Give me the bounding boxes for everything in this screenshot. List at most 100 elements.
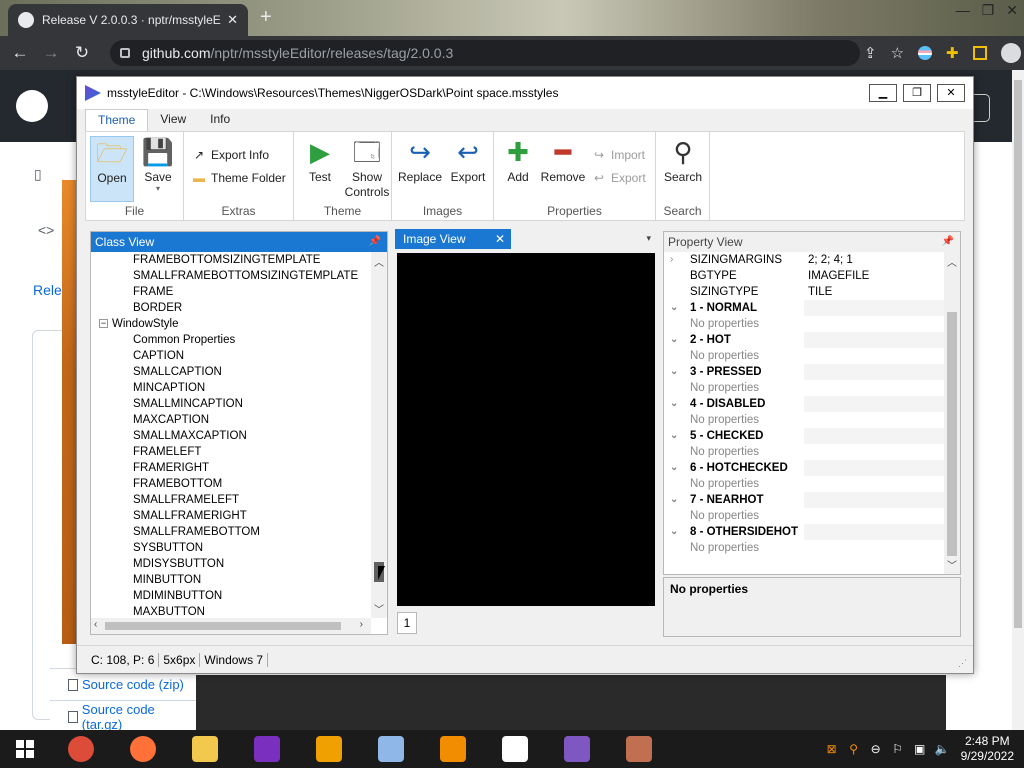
- image-view-close-icon[interactable]: ✕: [495, 229, 505, 249]
- property-view-vscroll-thumb[interactable]: [947, 312, 957, 556]
- category-chevron-icon[interactable]: ⌄: [670, 524, 678, 540]
- asset-source-tar[interactable]: Source code (tar.gz): [50, 700, 196, 732]
- tree-node[interactable]: SMALLMINCAPTION: [133, 396, 243, 412]
- resize-grip-icon[interactable]: ⋰: [958, 658, 967, 669]
- tree-node[interactable]: − WindowStyle: [99, 316, 178, 332]
- property-row[interactable]: BGTYPE IMAGEFILE: [664, 268, 944, 284]
- property-category[interactable]: ⌄ 4 - DISABLED: [664, 396, 944, 412]
- tray-flag-icon[interactable]: ⚐: [891, 742, 905, 756]
- network-icon[interactable]: ▣: [913, 742, 927, 756]
- taskbar-app-file-explorer[interactable]: [174, 730, 236, 768]
- image-view-tab[interactable]: Image View ✕: [395, 229, 511, 249]
- property-category[interactable]: ⌄ 3 - PRESSED: [664, 364, 944, 380]
- export-image-button[interactable]: ↩ Export: [446, 136, 490, 184]
- tree-node[interactable]: SMALLFRAMEBOTTOM: [133, 524, 260, 540]
- tree-node[interactable]: FRAMEBOTTOM: [133, 476, 222, 492]
- page-scrollbar[interactable]: [1012, 70, 1024, 730]
- property-empty-row[interactable]: No properties: [664, 348, 944, 364]
- close-icon[interactable]: ✕: [1006, 2, 1018, 19]
- tab-dropdown-icon[interactable]: ▾: [646, 233, 651, 244]
- taskbar-app-search-tool[interactable]: [422, 730, 484, 768]
- property-empty-row[interactable]: No properties: [664, 380, 944, 396]
- pin-icon[interactable]: 📌: [369, 232, 381, 252]
- extensions-puzzle-icon[interactable]: ✚: [946, 44, 959, 62]
- tree-node[interactable]: FRAME: [133, 284, 173, 300]
- tab-close-icon[interactable]: ✕: [227, 12, 238, 28]
- pin-icon[interactable]: 📌: [942, 232, 954, 252]
- page-scrollbar-thumb[interactable]: [1014, 80, 1022, 628]
- property-category[interactable]: ⌄ 7 - NEARHOT: [664, 492, 944, 508]
- address-bar[interactable]: github.com/nptr/msstyleEditor/releases/t…: [110, 40, 860, 66]
- property-category[interactable]: ⌄ 2 - HOT: [664, 332, 944, 348]
- export-info-button[interactable]: ↗ Export Info: [192, 148, 269, 162]
- new-tab-button[interactable]: +: [260, 6, 272, 28]
- tree-node[interactable]: MINCAPTION: [133, 380, 205, 396]
- replace-button[interactable]: ↪ Replace: [396, 136, 444, 184]
- test-button[interactable]: ▶ Test: [298, 136, 342, 184]
- category-chevron-icon[interactable]: ⌄: [670, 460, 678, 476]
- property-empty-row[interactable]: No properties: [664, 508, 944, 524]
- taskbar-app-yahoo-messenger[interactable]: [236, 730, 298, 768]
- scroll-down-icon[interactable]: ﹀: [947, 557, 957, 572]
- category-chevron-icon[interactable]: ⌄: [670, 364, 678, 380]
- tree-node[interactable]: SYSBUTTON: [133, 540, 203, 556]
- app-close-button[interactable]: ✕: [937, 84, 965, 102]
- image-preview-canvas[interactable]: [397, 253, 655, 606]
- property-empty-row[interactable]: No properties: [664, 444, 944, 460]
- open-button[interactable]: 🗁 Open: [90, 136, 134, 202]
- start-button[interactable]: [0, 730, 50, 768]
- category-chevron-icon[interactable]: ⌄: [670, 396, 678, 412]
- tree-node[interactable]: FRAMERIGHT: [133, 460, 209, 476]
- scroll-up-icon[interactable]: ︿: [947, 254, 957, 269]
- tree-node[interactable]: FRAMELEFT: [133, 444, 201, 460]
- property-value[interactable]: TILE: [808, 284, 832, 300]
- tree-node[interactable]: SMALLFRAMELEFT: [133, 492, 239, 508]
- tree-node[interactable]: MINBUTTON: [133, 572, 201, 588]
- property-value[interactable]: IMAGEFILE: [808, 268, 869, 284]
- clock[interactable]: 2:48 PM 9/29/2022: [961, 734, 1014, 764]
- property-row[interactable]: SIZINGTYPE TILE: [664, 284, 944, 300]
- tree-node[interactable]: MAXCAPTION: [133, 412, 209, 428]
- taskbar-app-visual-studio[interactable]: [546, 730, 608, 768]
- tree-node[interactable]: SMALLCAPTION: [133, 364, 222, 380]
- minimize-icon[interactable]: —: [956, 2, 970, 19]
- search-button[interactable]: ⚲ Search: [661, 136, 705, 184]
- category-chevron-icon[interactable]: ⌄: [670, 332, 678, 348]
- property-category[interactable]: ⌄ 1 - NORMAL: [664, 300, 944, 316]
- github-signup-button-edge[interactable]: [972, 94, 990, 122]
- tray-search-icon[interactable]: ⚲: [847, 742, 861, 756]
- import-property-button[interactable]: ↪ Import: [592, 148, 645, 162]
- tree-node[interactable]: Common Properties: [133, 332, 235, 348]
- tree-node[interactable]: MAXBUTTON: [133, 604, 205, 618]
- export-property-button[interactable]: ↩ Export: [592, 171, 646, 185]
- app-maximize-button[interactable]: ❐: [903, 84, 931, 102]
- taskbar-app-chrome[interactable]: [50, 730, 112, 768]
- show-controls-button[interactable]: 🗔 Show Controls: [344, 136, 390, 200]
- taskbar-app-firefox[interactable]: [112, 730, 174, 768]
- restore-icon[interactable]: ❐: [982, 2, 995, 19]
- back-icon[interactable]: ←: [9, 43, 31, 63]
- property-expand-icon[interactable]: ›: [670, 252, 673, 268]
- save-dropdown-icon[interactable]: ▾: [136, 184, 180, 193]
- tab-info[interactable]: Info: [198, 109, 242, 131]
- tree-collapse-icon[interactable]: −: [99, 319, 108, 329]
- theme-folder-button[interactable]: ▬ Theme Folder: [192, 171, 286, 185]
- bookmark-star-icon[interactable]: ☆: [891, 44, 904, 62]
- scroll-right-icon[interactable]: ›: [360, 619, 363, 630]
- property-value[interactable]: 2; 2; 4; 1: [808, 252, 853, 268]
- code-tab-icon[interactable]: <>: [38, 222, 54, 238]
- reload-icon[interactable]: ↻: [71, 43, 93, 63]
- property-empty-row[interactable]: No properties: [664, 540, 944, 556]
- app-minimize-button[interactable]: ▁: [869, 84, 897, 102]
- property-category[interactable]: ⌄ 5 - CHECKED: [664, 428, 944, 444]
- tree-node[interactable]: SMALLFRAMEBOTTOMSIZINGTEMPLATE: [133, 268, 358, 284]
- property-view-vscrollbar[interactable]: ︿ ﹀: [944, 252, 960, 574]
- property-category[interactable]: ⌄ 8 - OTHERSIDEHOT: [664, 524, 944, 540]
- extension-flag-icon[interactable]: [918, 46, 933, 60]
- taskbar-app-paint[interactable]: [360, 730, 422, 768]
- category-chevron-icon[interactable]: ⌄: [670, 428, 678, 444]
- tree-node[interactable]: SMALLMAXCAPTION: [133, 428, 247, 444]
- scroll-down-icon[interactable]: ﹀: [374, 601, 384, 616]
- class-view-hscrollbar[interactable]: ‹ ›: [91, 618, 371, 634]
- category-chevron-icon[interactable]: ⌄: [670, 492, 678, 508]
